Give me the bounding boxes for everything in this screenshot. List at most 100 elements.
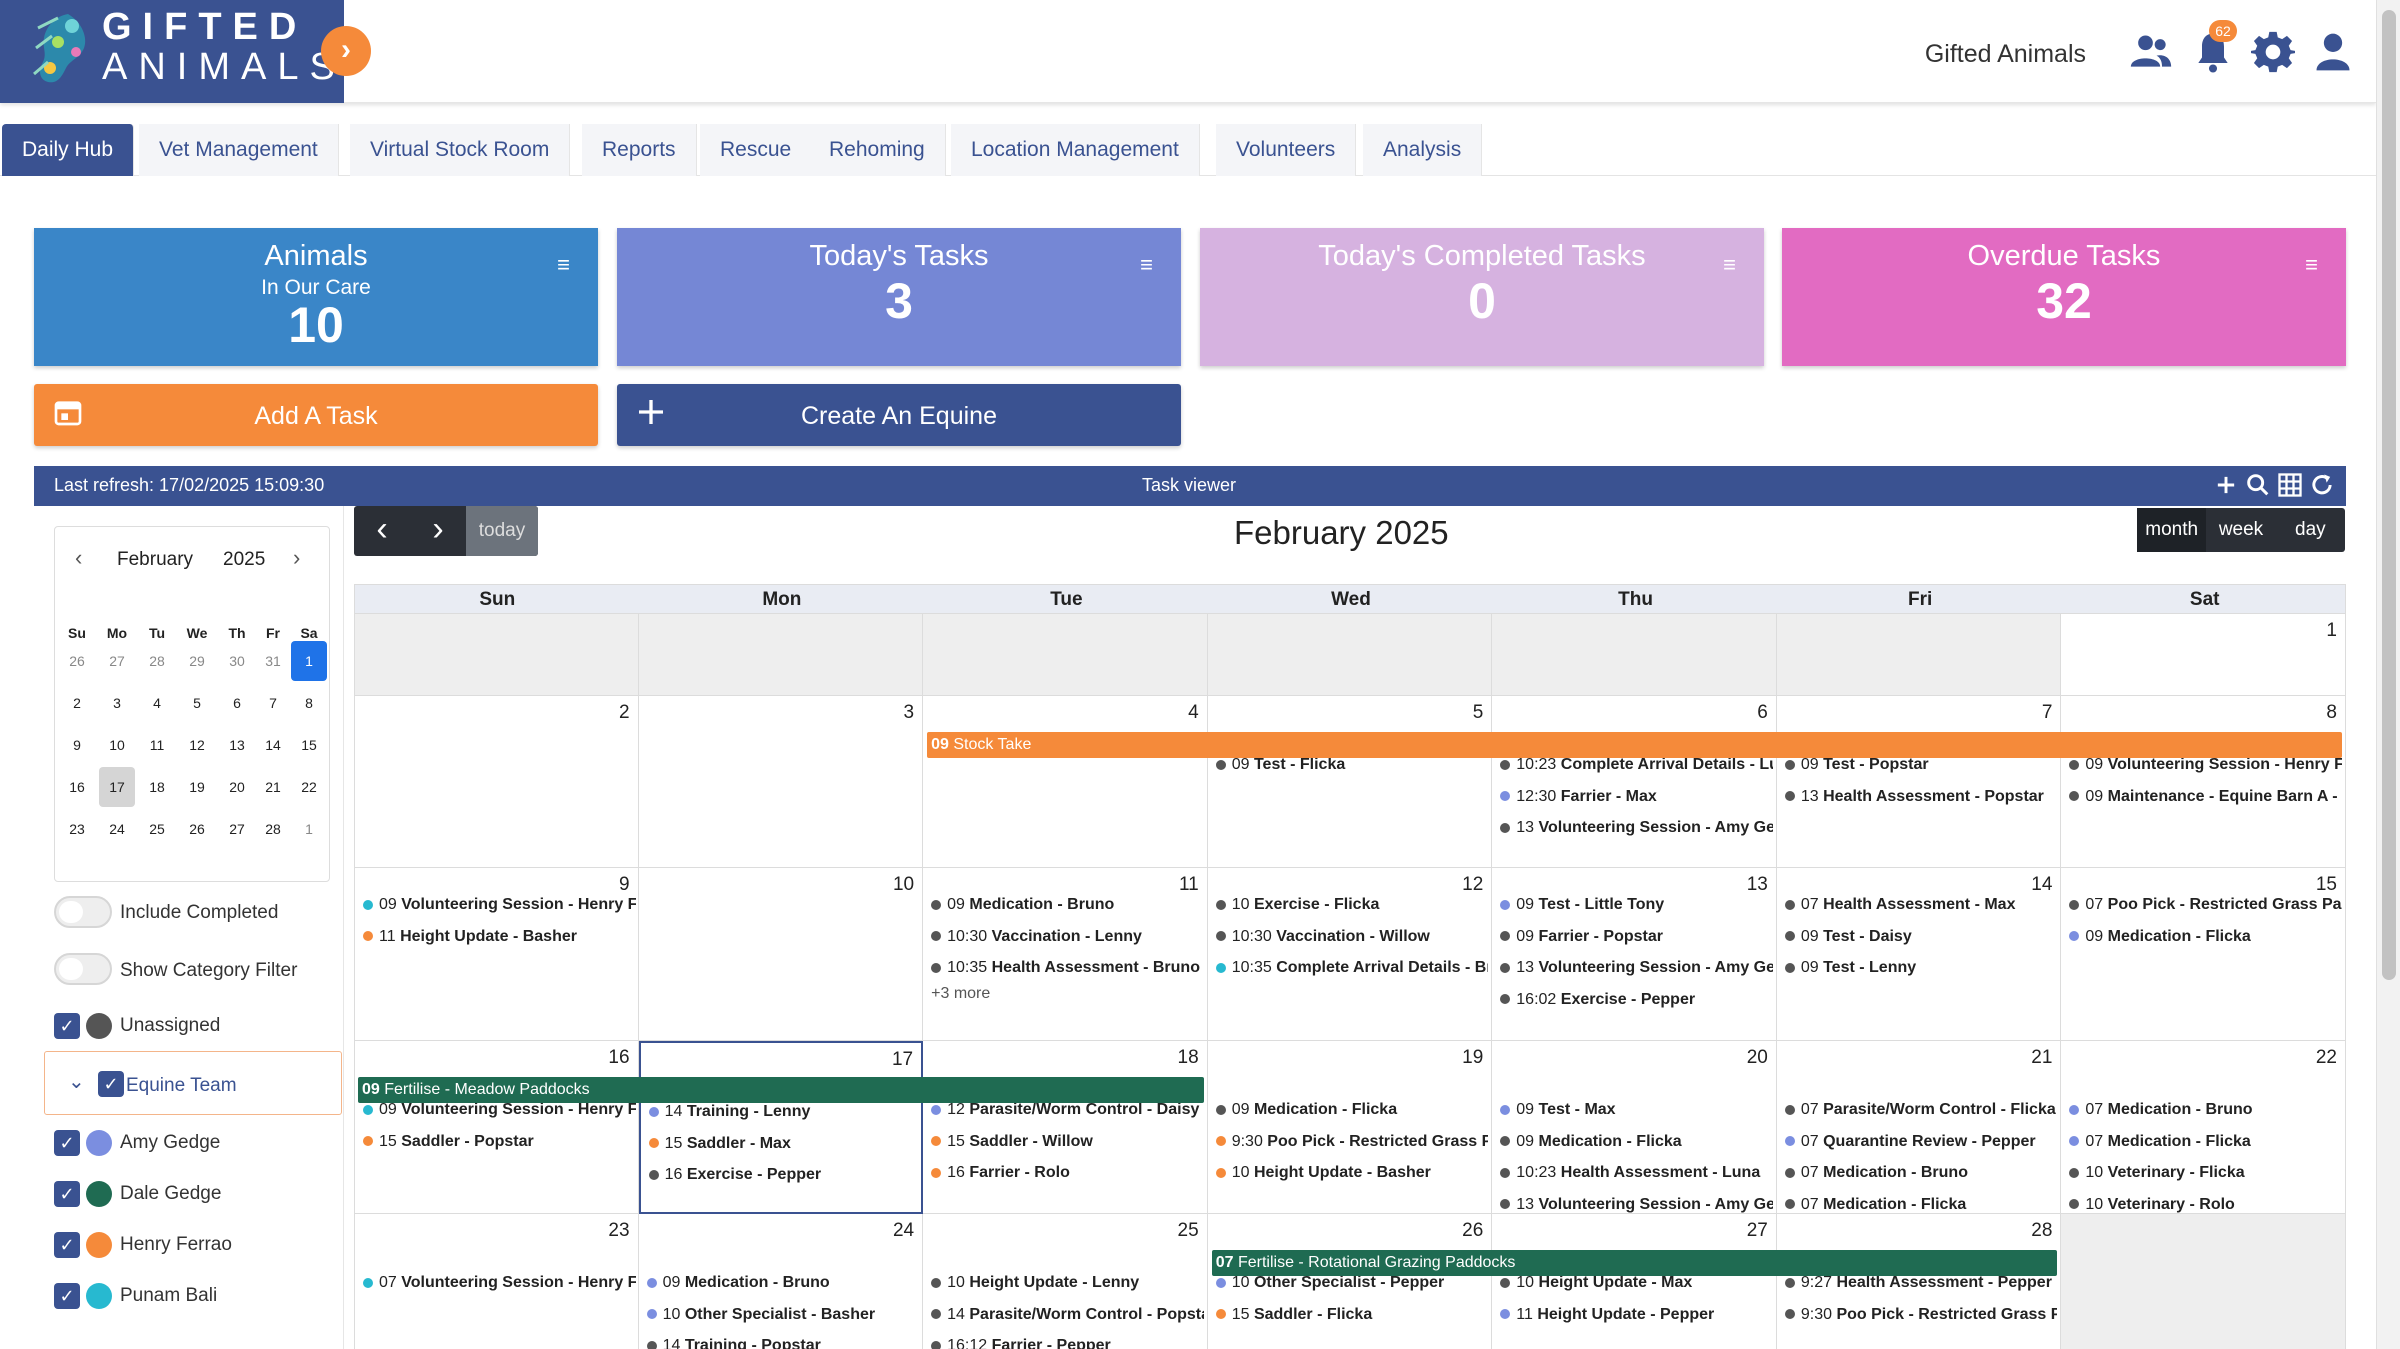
day-number[interactable]: 19 bbox=[1462, 1047, 1483, 1069]
card-menu-icon[interactable]: ≡ bbox=[1723, 252, 1736, 278]
overdue-tasks-card[interactable]: Overdue Tasks 32 ≡ bbox=[1782, 228, 2346, 366]
brand-logo[interactable]: GIFTED ANIMALS bbox=[0, 0, 344, 103]
card-menu-icon[interactable]: ≡ bbox=[2305, 252, 2318, 278]
calendar-event[interactable]: 13 Volunteering Session - Amy Gedge bbox=[1500, 959, 1773, 983]
calendar-event[interactable]: 07 Medication - Flicka bbox=[2069, 1133, 2342, 1157]
tab-daily-hub[interactable]: Daily Hub bbox=[2, 124, 135, 176]
day-number[interactable]: 8 bbox=[2326, 702, 2337, 724]
calendar-day-cell[interactable]: 24 09 Medication - Bruno 10 Other Speciali… bbox=[639, 1214, 924, 1349]
member-checkbox[interactable]: ✓ bbox=[54, 1181, 80, 1207]
mini-cal-day[interactable]: 25 bbox=[139, 809, 175, 849]
today-button[interactable]: today bbox=[466, 506, 538, 556]
mini-cal-day[interactable]: 1 bbox=[291, 641, 327, 681]
day-number[interactable]: 9 bbox=[619, 874, 630, 896]
mini-cal-day[interactable]: 27 bbox=[99, 641, 135, 681]
day-number[interactable]: 23 bbox=[608, 1220, 629, 1242]
day-number[interactable]: 17 bbox=[892, 1049, 913, 1071]
calendar-day-cell[interactable] bbox=[1207, 614, 1493, 696]
all-day-event-bar[interactable]: 09 Fertilise - Meadow Paddocks bbox=[358, 1077, 1204, 1103]
member-checkbox[interactable]: ✓ bbox=[54, 1283, 80, 1309]
mini-cal-day[interactable]: 18 bbox=[139, 767, 175, 807]
calendar-event[interactable]: 14 Parasite/Worm Control - Popstar bbox=[931, 1306, 1204, 1330]
mini-cal-day[interactable]: 23 bbox=[59, 809, 95, 849]
calendar-event[interactable]: 09 Medication - Bruno bbox=[931, 896, 1204, 920]
mini-cal-day[interactable]: 4 bbox=[139, 683, 175, 723]
calendar-event[interactable]: 09 Volunteering Session - Henry Ferrao bbox=[363, 1101, 636, 1125]
show-category-filter-toggle[interactable] bbox=[54, 953, 112, 985]
calendar-day-cell[interactable]: 14 07 Health Assessment - Max 09 Test - Da… bbox=[1776, 868, 2062, 1041]
todays-completed-tasks-card[interactable]: Today's Completed Tasks 0 ≡ bbox=[1200, 228, 1764, 366]
day-number[interactable]: 6 bbox=[1757, 702, 1768, 724]
day-number[interactable]: 15 bbox=[2316, 874, 2337, 896]
mini-cal-day[interactable]: 10 bbox=[99, 725, 135, 765]
calendar-day-cell[interactable]: 11 09 Medication - Bruno 10:30 Vaccination… bbox=[923, 868, 1208, 1041]
calendar-event[interactable]: 10 Veterinary - Flicka bbox=[2069, 1164, 2342, 1188]
calendar-event[interactable]: 9:30 Poo Pick - Restricted Grass Paddock bbox=[1784, 1306, 2057, 1330]
day-number[interactable]: 27 bbox=[1747, 1220, 1768, 1242]
equine-team-checkbox[interactable]: ✓ bbox=[98, 1071, 124, 1097]
calendar-event[interactable]: 13 Volunteering Session - Amy Gedge bbox=[1500, 819, 1773, 843]
mini-cal-day[interactable]: 26 bbox=[59, 641, 95, 681]
mini-cal-day[interactable]: 9 bbox=[59, 725, 95, 765]
day-number[interactable]: 3 bbox=[904, 702, 915, 724]
calendar-event[interactable]: 07 Medication - Bruno bbox=[1784, 1164, 2058, 1188]
mini-cal-day[interactable]: 8 bbox=[291, 683, 327, 723]
day-number[interactable]: 28 bbox=[2031, 1220, 2052, 1242]
card-menu-icon[interactable]: ≡ bbox=[1140, 252, 1153, 278]
calendar-day-cell[interactable]: 909 Volunteering Session - Henry Ferrao1… bbox=[354, 868, 639, 1041]
mini-cal-day[interactable]: 1 bbox=[291, 809, 327, 849]
day-number[interactable]: 25 bbox=[1178, 1220, 1199, 1242]
mini-cal-prev-icon[interactable]: ‹ bbox=[75, 545, 82, 571]
calendar-day-cell[interactable] bbox=[1776, 614, 2062, 696]
day-number[interactable]: 21 bbox=[2031, 1047, 2052, 1069]
calendar-event[interactable]: 10 Other Specialist - Pepper bbox=[1215, 1274, 1489, 1298]
mini-cal-day[interactable]: 7 bbox=[255, 683, 291, 723]
calendar-event[interactable]: 09 Medication - Flicka bbox=[1500, 1133, 1773, 1157]
day-number[interactable]: 24 bbox=[893, 1220, 914, 1242]
mini-cal-next-icon[interactable]: › bbox=[293, 545, 300, 571]
calendar-day-cell[interactable]: 17 14 Training - Lenny 15 Saddler - Max 16 … bbox=[638, 1041, 924, 1214]
add-icon[interactable] bbox=[2212, 471, 2240, 499]
calendar-day-cell[interactable]: 28 9:27 Health Assessment - Pepper 9:30 Po… bbox=[1777, 1214, 2062, 1349]
day-number[interactable]: 16 bbox=[608, 1047, 629, 1069]
mini-cal-day[interactable]: 22 bbox=[291, 767, 327, 807]
calendar-day-cell[interactable]: 1507 Poo Pick - Restricted Grass Paddock… bbox=[2061, 868, 2346, 1041]
calendar-event[interactable]: 11 Height Update - Basher bbox=[363, 928, 636, 952]
day-number[interactable]: 10 bbox=[893, 874, 914, 896]
users-icon[interactable] bbox=[2128, 30, 2174, 74]
calendar-day-cell[interactable]: 10 bbox=[638, 868, 924, 1041]
grid-view-icon[interactable] bbox=[2276, 471, 2304, 499]
calendar-event[interactable]: 10:30 Vaccination - Willow bbox=[1215, 928, 1489, 952]
calendar-event[interactable]: 14 Training - Lenny bbox=[648, 1103, 922, 1127]
gear-icon[interactable] bbox=[2250, 30, 2296, 74]
calendar-event[interactable]: 07 Health Assessment - Max bbox=[1784, 896, 2058, 920]
tab-analysis[interactable]: Analysis bbox=[1363, 124, 1483, 176]
calendar-event[interactable]: 09 Volunteering Session - Henry Ferrao bbox=[2069, 756, 2342, 780]
calendar-event[interactable]: 09 Test - Flicka bbox=[1215, 756, 1489, 780]
calendar-day-cell[interactable]: 610:23 Complete Arrival Details - Luna12… bbox=[1492, 696, 1777, 868]
calendar-event[interactable]: 09 Test - Daisy bbox=[1784, 928, 2058, 952]
calendar-event[interactable]: 15 Saddler - Max bbox=[648, 1135, 922, 1159]
mini-cal-day[interactable]: 29 bbox=[179, 641, 215, 681]
tab-volunteers[interactable]: Volunteers bbox=[1216, 124, 1357, 176]
unassigned-checkbox[interactable]: ✓ bbox=[54, 1013, 80, 1039]
scrollbar-thumb[interactable] bbox=[2382, 10, 2396, 980]
mini-cal-day[interactable]: 12 bbox=[179, 725, 215, 765]
mini-cal-day[interactable]: 3 bbox=[99, 683, 135, 723]
mini-cal-day[interactable]: 30 bbox=[219, 641, 255, 681]
mini-cal-day[interactable]: 28 bbox=[255, 809, 291, 849]
calendar-day-cell[interactable]: 18 12 Parasite/Worm Control - Daisy 15 Sad… bbox=[923, 1041, 1208, 1214]
calendar-event[interactable]: 15 Saddler - Willow bbox=[931, 1133, 1204, 1157]
more-events-link[interactable]: +3 more bbox=[931, 985, 990, 1003]
calendar-day-cell[interactable]: 22 07 Medication - Bruno 07 Medication - F… bbox=[2061, 1041, 2346, 1214]
calendar-event[interactable]: 09 Medication - Flicka bbox=[1215, 1101, 1489, 1125]
calendar-day-cell[interactable] bbox=[638, 614, 924, 696]
calendar-event[interactable]: 09 Farrier - Popstar bbox=[1500, 928, 1773, 952]
calendar-event[interactable]: 13 Health Assessment - Popstar bbox=[1784, 788, 2058, 812]
mini-cal-day[interactable]: 11 bbox=[139, 725, 175, 765]
mini-cal-day[interactable]: 5 bbox=[179, 683, 215, 723]
tab-reports[interactable]: Reports bbox=[582, 124, 697, 176]
mini-cal-day[interactable]: 17 bbox=[99, 767, 135, 807]
calendar-event[interactable]: 16:02 Exercise - Pepper bbox=[1500, 991, 1773, 1015]
calendar-day-cell[interactable]: 7 09 Test - Popstar 13 Health Assessment -… bbox=[1776, 696, 2062, 868]
